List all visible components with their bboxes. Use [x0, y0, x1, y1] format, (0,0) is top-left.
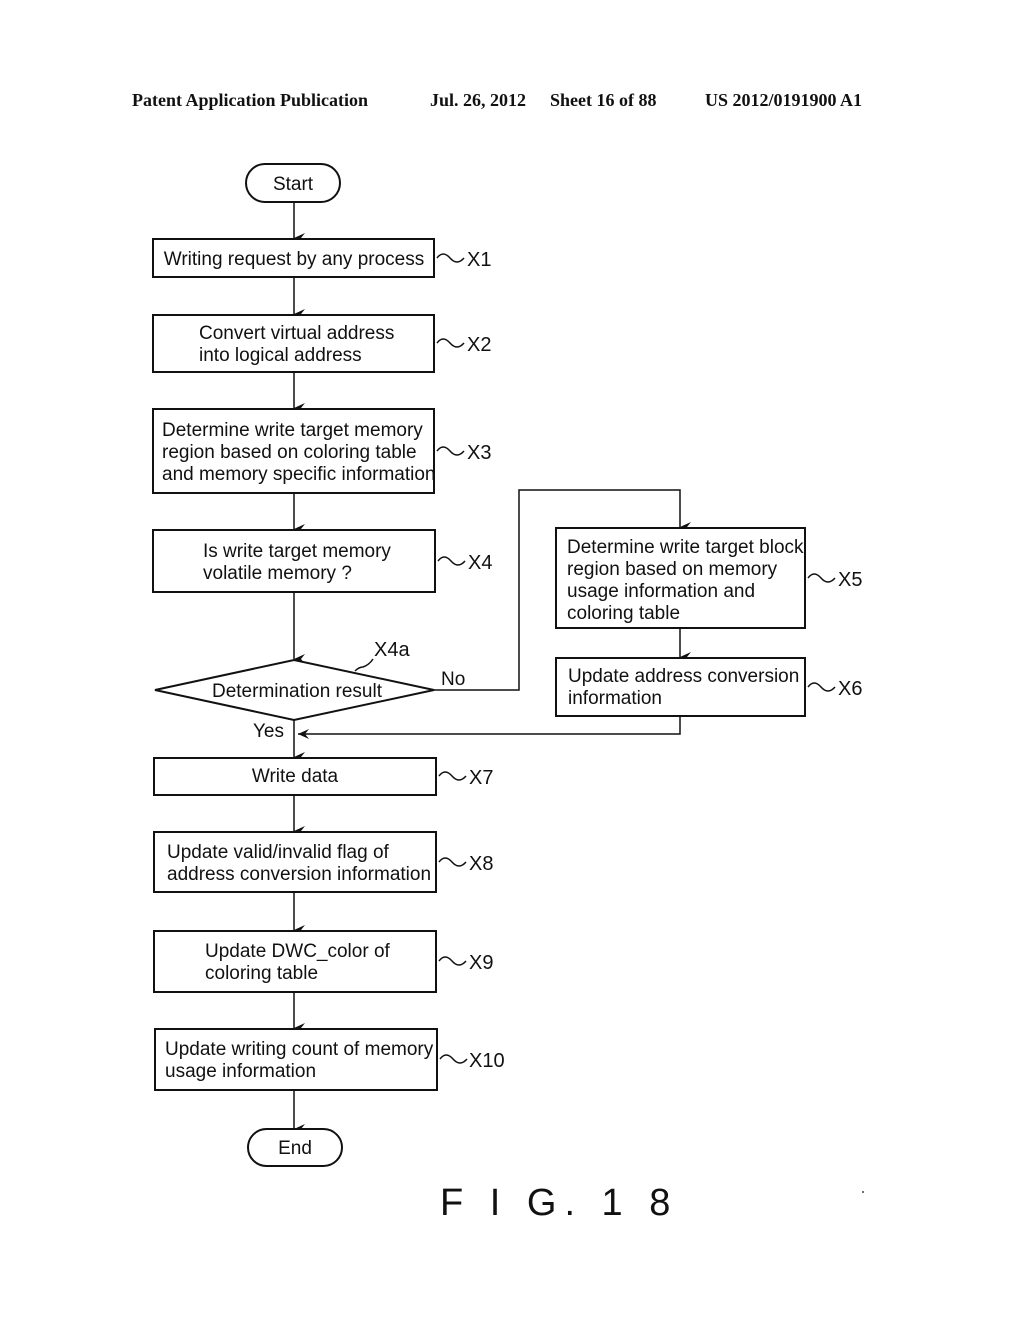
ref-x8: X8 [469, 853, 493, 875]
ref-x10: X10 [469, 1050, 505, 1072]
ref-x4a: X4a [374, 639, 410, 661]
leader-x6 [807, 682, 836, 692]
step-x4-line2: volatile memory ? [203, 563, 352, 584]
step-x9-line1: Update DWC_color of [205, 941, 391, 962]
step-x2-line2: into logical address [199, 345, 362, 366]
branch-no-label: No [441, 669, 465, 690]
step-x8: Update valid/invalid flag of address con… [153, 831, 493, 893]
ref-x7: X7 [469, 767, 493, 789]
ref-x9: X9 [469, 952, 493, 974]
step-x8-line2: address conversion information [167, 864, 431, 885]
step-x5-line2: region based on memory [567, 559, 778, 580]
step-x5: Determine write target block region base… [555, 527, 862, 629]
step-x2-line1: Convert virtual address [199, 323, 394, 344]
step-x9-line2: coloring table [205, 963, 318, 984]
step-x3: Determine write target memory region bas… [152, 408, 491, 494]
arrow-x6-merge [298, 717, 681, 739]
step-x1: Writing request by any process X1 [152, 238, 491, 278]
leader-x5 [807, 573, 836, 583]
leader-x4a [354, 658, 374, 672]
step-x6: Update address conversion information X6 [555, 657, 862, 717]
step-x5-line3: usage information and [567, 581, 755, 602]
step-x3-line3: and memory specific information [162, 464, 436, 485]
leader-x4 [437, 556, 466, 566]
step-x6-line2: information [568, 688, 662, 709]
step-x4-line1: Is write target memory [203, 541, 391, 562]
start-label: Start [273, 174, 314, 195]
decision-x4a: Determination result X4a No Yes [154, 639, 465, 742]
step-x9: Update DWC_color of coloring table X9 [153, 930, 493, 993]
step-x6-line1: Update address conversion [568, 666, 799, 687]
flowchart: Start Writing request by any process X1 … [152, 163, 864, 1224]
leader-x2 [436, 338, 465, 348]
leader-x10 [439, 1054, 468, 1064]
ref-x6: X6 [838, 678, 862, 700]
leader-x8 [438, 857, 467, 867]
step-x10-line1: Update writing count of memory [165, 1039, 434, 1060]
ref-x4: X4 [468, 552, 492, 574]
leader-x1 [436, 253, 465, 263]
step-x2: Convert virtual address into logical add… [152, 314, 491, 373]
step-x8-line1: Update valid/invalid flag of [167, 842, 390, 863]
step-x1-text: Writing request by any process [164, 249, 425, 270]
decision-text: Determination result [212, 681, 383, 702]
branch-yes-label: Yes [253, 721, 284, 742]
figure-label: F I G. 1 8 [440, 1182, 678, 1224]
step-x3-line1: Determine write target memory [162, 420, 423, 441]
leader-x3 [436, 446, 465, 456]
speck-dot [862, 1191, 864, 1193]
leader-x7 [438, 771, 467, 781]
step-x4: Is write target memory volatile memory ?… [152, 529, 492, 593]
step-x7: Write data X7 [153, 757, 493, 796]
ref-x3: X3 [467, 442, 491, 464]
end-terminal: End [247, 1128, 343, 1167]
step-x10: Update writing count of memory usage inf… [154, 1028, 505, 1091]
start-terminal: Start [245, 163, 341, 203]
ref-x5: X5 [838, 569, 862, 591]
ref-x2: X2 [467, 334, 491, 356]
leader-x9 [438, 956, 467, 966]
step-x7-text: Write data [252, 766, 339, 787]
end-label: End [278, 1138, 312, 1159]
step-x3-line2: region based on coloring table [162, 442, 417, 463]
step-x5-line4: coloring table [567, 603, 680, 624]
ref-x1: X1 [467, 249, 491, 271]
step-x5-line1: Determine write target block [567, 537, 804, 558]
step-x10-line2: usage information [165, 1061, 316, 1082]
